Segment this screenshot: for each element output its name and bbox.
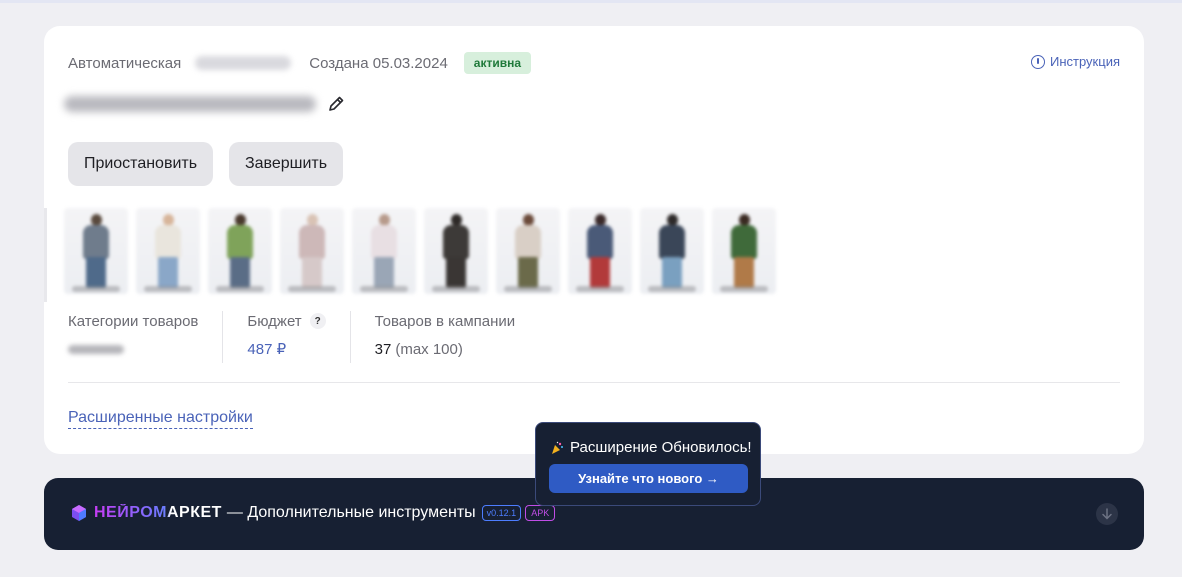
advanced-settings-link[interactable]: Расширенные настройки (68, 409, 253, 429)
instruction-link[interactable]: Инструкция (1031, 54, 1120, 69)
items-count: 37 (374, 340, 392, 358)
budget-value: 487 ₽ (247, 341, 287, 358)
campaign-card: Автоматическая Создана 05.03.2024 активн… (44, 26, 1144, 454)
campaign-name-row (64, 94, 346, 114)
categories-redacted (68, 344, 124, 354)
product-thumbnail[interactable] (568, 208, 632, 294)
items-label: Товаров в кампании (374, 312, 516, 330)
help-icon[interactable]: ? (309, 313, 326, 329)
version-badge: v0.12.1 (481, 505, 522, 521)
top-border (0, 0, 1182, 3)
extension-tagline: — Дополнительные инструменты (226, 504, 476, 521)
budget-label: Бюджет ? (247, 311, 326, 331)
extension-logo: НЕЙРОМАРКЕТ (94, 504, 222, 521)
expand-button[interactable] (1096, 503, 1118, 525)
status-badge: активна (463, 52, 532, 74)
stat-categories: Категории товаров (68, 311, 222, 363)
product-thumbnail[interactable] (640, 208, 704, 294)
product-thumbnail[interactable] (64, 208, 128, 294)
campaign-stats: Категории товаров Бюджет ? 487 ₽ Товаров… (68, 311, 539, 363)
finish-button[interactable]: Завершить (229, 142, 343, 186)
arrow-down-icon (1102, 508, 1112, 520)
product-thumbnail[interactable] (352, 208, 416, 294)
campaign-created-date: Создана 05.03.2024 (309, 54, 448, 72)
whats-new-button[interactable]: Узнайте что нового → (549, 464, 748, 493)
info-icon (1031, 54, 1045, 69)
categories-value (68, 339, 198, 359)
update-popup: Расширение Обновилось! Узнайте что новог… (535, 422, 761, 506)
pencil-icon[interactable] (326, 94, 346, 114)
campaign-name-redacted (64, 96, 316, 112)
items-max: (max 100) (395, 340, 463, 358)
campaign-meta: Автоматическая Создана 05.03.2024 активн… (68, 51, 532, 75)
extension-brand: НЕЙРОМАРКЕТ — Дополнительные инструменты… (70, 504, 556, 522)
party-popper-icon (552, 441, 563, 454)
campaign-type: Автоматическая (68, 54, 182, 72)
cube-icon (72, 505, 86, 521)
product-thumbnails (64, 208, 776, 294)
product-thumbnail[interactable] (496, 208, 560, 294)
stat-items: Товаров в кампании 37 (max 100) (349, 311, 540, 363)
product-thumbnail[interactable] (712, 208, 776, 294)
product-thumbnail[interactable] (280, 208, 344, 294)
campaign-id-redacted (195, 56, 292, 70)
instruction-label: Инструкция (1050, 54, 1120, 69)
apk-badge[interactable]: APK (525, 505, 556, 521)
items-value: 37 (max 100) (375, 339, 516, 359)
stat-budget: Бюджет ? 487 ₽ (222, 311, 349, 363)
product-thumbnail[interactable] (424, 208, 488, 294)
categories-label: Категории товаров (68, 312, 199, 330)
product-thumbnail[interactable] (208, 208, 272, 294)
scroll-edge (44, 208, 47, 302)
product-thumbnail[interactable] (136, 208, 200, 294)
pause-button[interactable]: Приостановить (68, 142, 213, 186)
popup-title: Расширение Обновилось! (550, 439, 752, 456)
divider (68, 382, 1120, 383)
